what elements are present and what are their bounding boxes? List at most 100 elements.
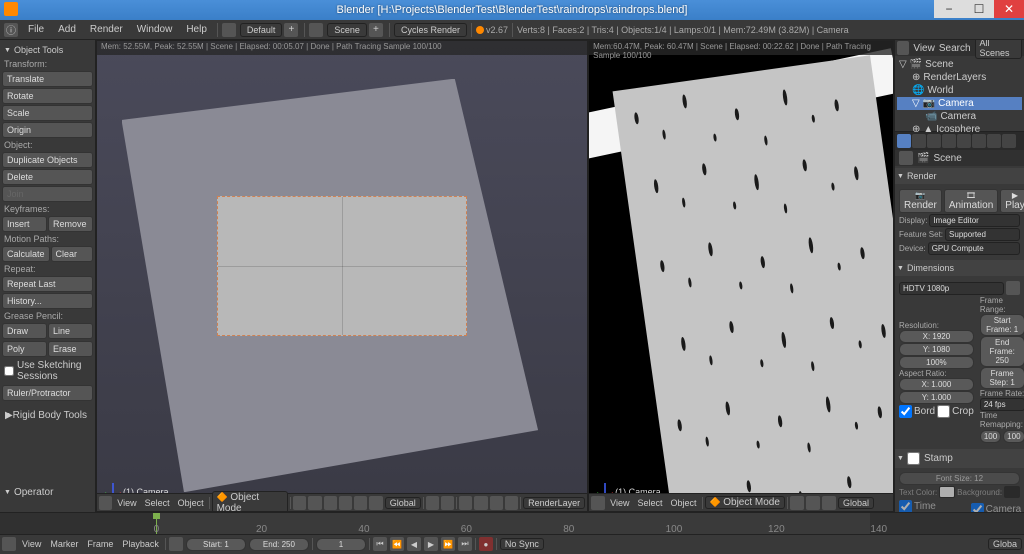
editor-type-icon[interactable]: ⓘ <box>4 23 18 37</box>
render-icon[interactable] <box>474 496 487 510</box>
erase-button[interactable]: Erase <box>48 341 93 357</box>
play-icon[interactable]: ▶ <box>424 537 438 551</box>
tab-world[interactable] <box>942 134 956 148</box>
history-button[interactable]: History... <box>2 293 93 309</box>
mode-dropdown[interactable]: 🔶 Object Mode <box>705 496 785 509</box>
shading-icon[interactable] <box>790 496 804 510</box>
menu-view[interactable]: View <box>913 43 935 54</box>
res-x-input[interactable]: X: 1920 <box>899 330 974 343</box>
close-button[interactable]: ✕ <box>994 0 1024 18</box>
stamp-section[interactable]: Stamp <box>895 449 1024 468</box>
font-size-input[interactable]: Font Size: 12 <box>899 472 1020 485</box>
sync-dropdown[interactable]: No Sync <box>500 538 544 550</box>
rigid-body-header[interactable]: ▶ Rigid Body Tools <box>2 407 93 424</box>
tab-object[interactable] <box>957 134 971 148</box>
border-checkbox[interactable] <box>899 405 912 418</box>
animation-button[interactable]: 🎞 Animation <box>944 189 998 213</box>
play-button[interactable]: ▶ Play <box>1000 189 1024 213</box>
update-indicator-icon[interactable] <box>476 26 484 34</box>
jump-start-icon[interactable]: ⏮ <box>373 537 387 551</box>
menu-window[interactable]: Window <box>131 22 179 37</box>
menu-playback[interactable]: Playback <box>119 539 162 549</box>
transform-icon[interactable] <box>369 496 382 510</box>
layer-icon[interactable] <box>441 496 454 510</box>
manipulator-icon[interactable] <box>822 496 836 510</box>
display-mode-dropdown[interactable]: All Scenes <box>975 40 1022 59</box>
menu-view[interactable]: View <box>607 498 632 508</box>
calculate-button[interactable]: Calculate <box>2 246 50 262</box>
mode-dropdown[interactable]: 🔶 Object Mode <box>212 491 289 513</box>
orientation-dropdown[interactable]: Global <box>838 497 874 509</box>
res-y-input[interactable]: Y: 1080 <box>899 343 974 356</box>
preset-dropdown[interactable]: HDTV 1080p <box>899 282 1004 295</box>
menu-frame[interactable]: Frame <box>84 539 116 549</box>
editor-type-icon[interactable] <box>591 496 605 510</box>
remove-keyframe-button[interactable]: Remove <box>48 216 93 232</box>
display-dropdown[interactable]: Image Editor <box>929 214 1020 227</box>
render-icon[interactable] <box>459 496 472 510</box>
screen-layout-dropdown[interactable]: Default <box>240 23 283 37</box>
dimensions-section[interactable]: Dimensions <box>895 260 1024 276</box>
menu-object[interactable]: Object <box>175 498 207 508</box>
transform-icon[interactable] <box>354 496 367 510</box>
renderlayer-dropdown[interactable]: RenderLayer <box>523 497 585 509</box>
maximize-button[interactable]: ☐ <box>964 0 994 18</box>
layer-icon[interactable] <box>426 496 439 510</box>
viewport-left[interactable]: Mem: 52.55M, Peak: 52.55M | Scene | Elap… <box>96 40 588 512</box>
editor-type-icon[interactable] <box>99 496 112 510</box>
new-input[interactable]: 100 <box>1003 430 1024 443</box>
manipulator-icon[interactable] <box>324 496 337 510</box>
device-dropdown[interactable]: GPU Compute <box>928 242 1020 255</box>
render-section[interactable]: Render <box>895 168 1024 184</box>
menu-view[interactable]: View <box>114 498 139 508</box>
tab-scene[interactable] <box>927 134 941 148</box>
transform-icon[interactable] <box>339 496 352 510</box>
object-tools-header[interactable]: Object Tools <box>2 42 93 58</box>
scene-icon[interactable] <box>309 23 323 37</box>
feature-dropdown[interactable]: Supported <box>945 228 1020 241</box>
origin-button[interactable]: Origin <box>2 122 93 138</box>
stamp-time-checkbox[interactable] <box>899 500 912 512</box>
menu-add[interactable]: Add <box>52 22 82 37</box>
menu-view[interactable]: View <box>19 539 44 549</box>
aspect-x-input[interactable]: X: 1.000 <box>899 378 974 391</box>
minimize-button[interactable]: − <box>934 0 964 18</box>
global-dropdown[interactable]: Globa <box>988 538 1022 550</box>
orientation-dropdown[interactable]: Global <box>385 497 421 509</box>
render-icon[interactable] <box>490 496 503 510</box>
join-button[interactable]: Join <box>2 186 93 202</box>
start-frame-input[interactable]: Start: 1 <box>186 538 246 551</box>
scene-add-icon[interactable]: + <box>284 23 298 37</box>
menu-marker[interactable]: Marker <box>47 539 81 549</box>
sketching-checkbox[interactable]: Use Sketching Sessions <box>2 358 93 384</box>
rotate-button[interactable]: Rotate <box>2 88 93 104</box>
text-color-swatch[interactable] <box>939 486 955 498</box>
menu-object[interactable]: Object <box>668 498 700 508</box>
preset-add-icon[interactable] <box>1006 281 1020 295</box>
scene-add-icon[interactable]: + <box>369 23 383 37</box>
bg-color-swatch[interactable] <box>1004 486 1020 498</box>
pivot-icon[interactable] <box>806 496 820 510</box>
range-icon[interactable] <box>169 537 183 551</box>
viewport-right[interactable]: Mem:60.47M, Peak: 60.47M | Scene | Elaps… <box>588 40 894 512</box>
operator-header[interactable]: Operator <box>2 484 93 501</box>
poly-button[interactable]: Poly <box>2 341 47 357</box>
tree-item-renderlayers[interactable]: ⊕RenderLayers <box>897 71 1022 84</box>
editor-type-icon[interactable] <box>899 151 913 165</box>
current-frame-input[interactable]: 1 <box>316 538 366 551</box>
jump-end-icon[interactable]: ⏭ <box>458 537 472 551</box>
render-button[interactable]: 📷 Render <box>899 189 942 213</box>
start-frame-input[interactable]: Start Frame: 1 <box>980 314 1024 336</box>
end-frame-input[interactable]: End: 250 <box>249 538 309 551</box>
res-pct-input[interactable]: 100% <box>899 356 974 369</box>
keyframe-prev-icon[interactable]: ⏪ <box>390 537 404 551</box>
render-engine-dropdown[interactable]: Cycles Render <box>394 23 467 37</box>
repeat-last-button[interactable]: Repeat Last <box>2 276 93 292</box>
ruler-button[interactable]: Ruler/Protractor <box>2 385 93 401</box>
tree-item-camera-data[interactable]: 📹Camera <box>897 110 1022 123</box>
draw-button[interactable]: Draw <box>2 323 47 339</box>
end-frame-input[interactable]: End Frame: 250 <box>980 336 1024 367</box>
scene-dropdown[interactable]: Scene <box>327 23 367 37</box>
tab-render[interactable] <box>897 134 911 148</box>
keyframe-next-icon[interactable]: ⏩ <box>441 537 455 551</box>
